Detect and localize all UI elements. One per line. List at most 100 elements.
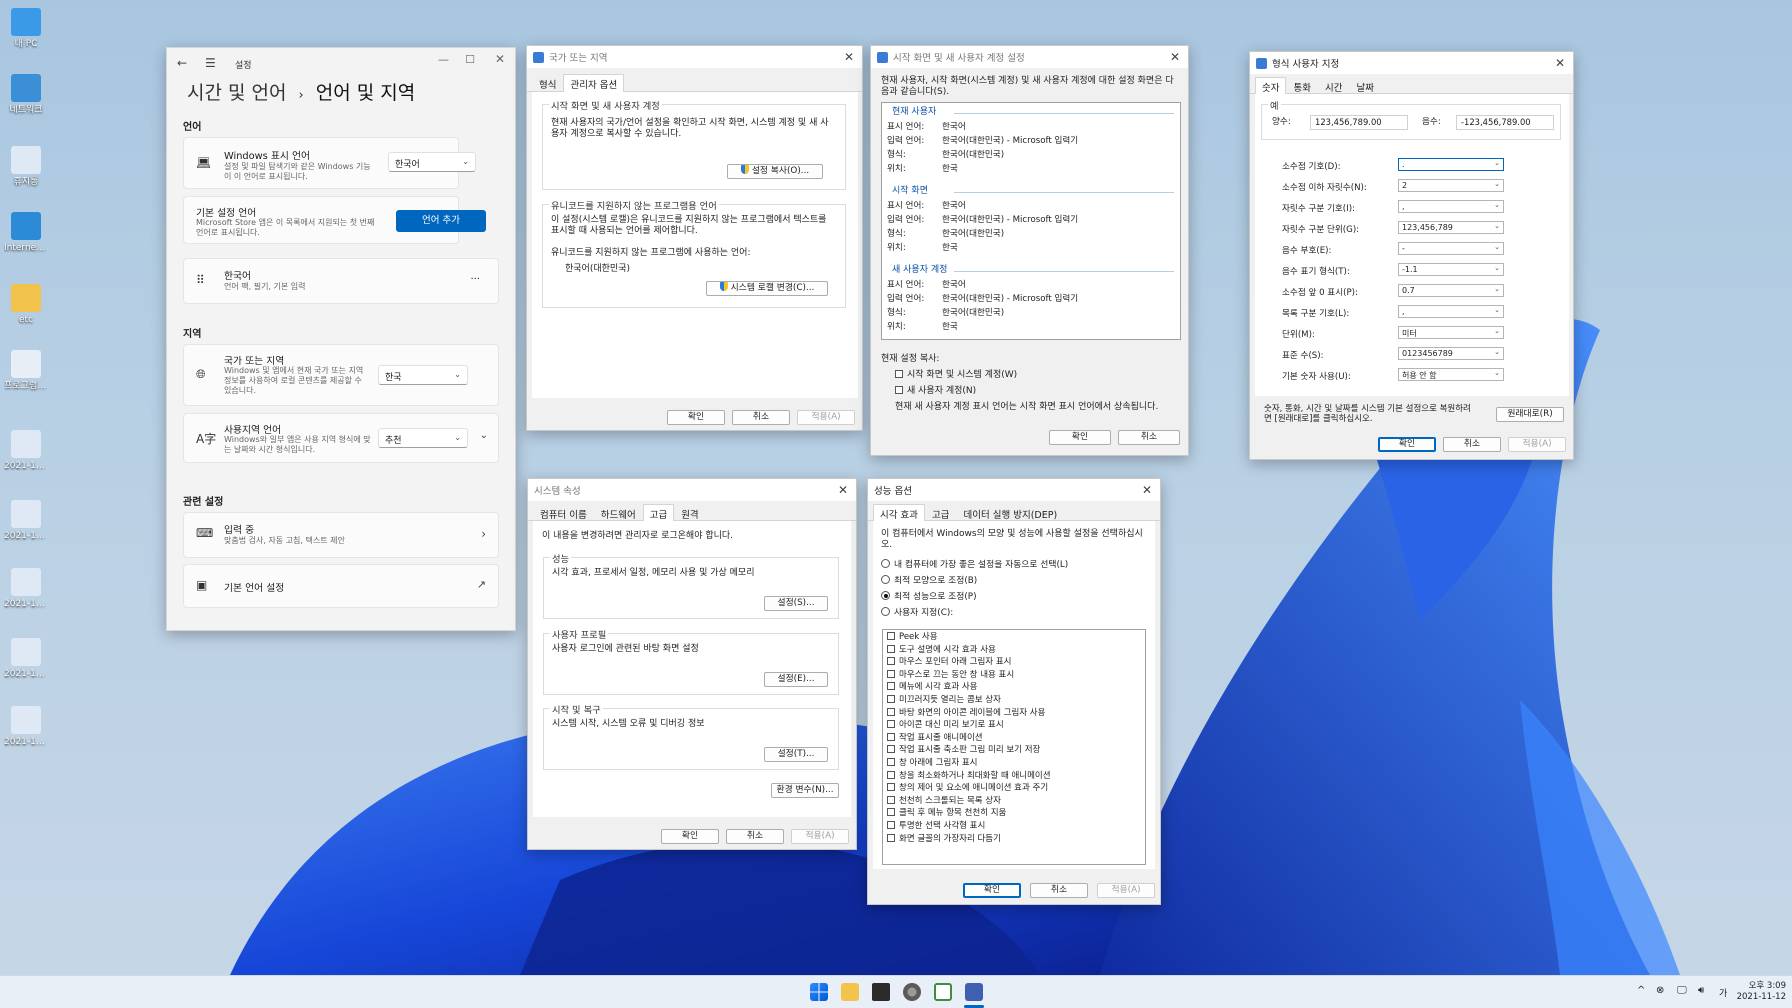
clock[interactable]: 오후 3:09 2021-11-12 [1730,981,1786,1003]
visual-effect-item[interactable]: 화면 글꼴의 가장자리 다듬기 [887,833,1001,845]
close-icon[interactable]: ✕ [830,483,856,497]
format-row-select[interactable]: , ⌄ [1398,200,1504,213]
tab-format[interactable]: 형식 [532,74,563,91]
minimize-icon[interactable]: — [438,53,449,66]
startup-settings-button[interactable]: 설정(T)... [764,747,828,762]
checkbox[interactable] [887,795,895,804]
desktop-icon[interactable]: 프로그램 추가/제... [4,350,48,392]
checkbox[interactable] [887,808,895,817]
visual-effects-list[interactable]: Peek 사용 도구 설명에 시각 효과 사용 마우스 포인터 아래 그림자 표시 마… [882,629,1146,865]
tab-date[interactable]: 날짜 [1349,77,1380,94]
ok-button[interactable]: 확인 [963,883,1021,898]
hamburger-menu-icon[interactable]: ☰ [205,56,216,70]
change-locale-button[interactable]: 시스템 로캘 변경(C)... [706,281,828,296]
format-row-select[interactable]: -1.1 ⌄ [1398,263,1504,276]
tab-time[interactable]: 시간 [1318,77,1349,94]
typing-card[interactable]: ⌨ 입력 중 맞춤법 검사, 자동 고침, 텍스트 제안 › [183,512,499,558]
tab-admin-options[interactable]: 관리자 옵션 [563,74,625,92]
start-windows-icon[interactable] [810,983,828,1001]
language-item-korean[interactable]: ⠿ 한국어 언어 팩, 필기, 기본 입력 ... [183,258,499,304]
apply-button[interactable]: 적용(A) [791,829,849,844]
format-row-select[interactable]: 0.7 ⌄ [1398,284,1504,297]
check-welcome-system[interactable]: 시작 화면 및 시스템 계정(W) [895,370,1017,381]
tab-dep[interactable]: 데이터 실행 방지(DEP) [956,504,1064,521]
add-language-button[interactable]: 언어 추가 [396,210,486,232]
format-row-select[interactable]: 123,456,789 ⌄ [1398,221,1504,234]
display-language-select[interactable]: 한국어 ⌄ [388,152,476,172]
maximize-icon[interactable]: ☐ [465,53,475,66]
ok-button[interactable]: 확인 [1378,437,1436,452]
checkbox[interactable] [895,386,903,394]
ok-button[interactable]: 확인 [1049,430,1111,445]
checkbox[interactable] [887,695,895,703]
checkbox[interactable] [887,632,895,640]
apply-button[interactable]: 적용(A) [1508,437,1566,452]
desktop-icon[interactable]: 2021-11-1... [4,706,48,748]
tab-advanced[interactable]: 고급 [642,504,675,521]
checkbox[interactable] [887,644,895,653]
breadcrumb-parent[interactable]: 시간 및 언어 [187,82,286,104]
visual-effect-item[interactable]: 작업 표시줄 애니메이션 [887,732,983,744]
perf-radio-option[interactable]: 최적 성능으로 조정(P) [881,591,977,603]
desktop-icon[interactable]: etc [4,284,48,326]
format-row-select[interactable]: 미터 ⌄ [1398,326,1504,339]
visual-effect-item[interactable]: 클릭 후 메뉴 항목 천천히 지움 [887,808,1006,819]
tab-visual-effects[interactable]: 시각 효과 [873,504,925,521]
desktop-icon[interactable]: Internet Explorer [4,212,48,254]
visual-effect-item[interactable]: 작업 표시줄 축소판 그림 미리 보기 저장 [887,745,1040,756]
tab-hardware[interactable]: 하드웨어 [594,504,643,521]
visual-effect-item[interactable]: 천천히 스크롤되는 목록 상자 [887,795,1001,807]
control-panel-icon[interactable] [934,983,952,1001]
settings-summary-box[interactable]: 현재 사용자 표시 언어: 한국어 입력 언어: 한국어(대한민국) - Microso… [881,102,1181,340]
visual-effect-item[interactable]: 창의 제어 및 요소에 애니메이션 효과 주기 [887,783,1048,794]
format-row-select[interactable]: 0123456789 ⌄ [1398,347,1504,360]
desktop-icon[interactable]: 2021-11-1... [4,430,48,472]
check-new-user[interactable]: 새 사용자 계정(N) [895,386,976,397]
desktop-icon[interactable]: 2021-11-1... [4,568,48,610]
format-row-select[interactable]: , ⌄ [1398,305,1504,318]
desktop-icon[interactable]: 2021-11-1... [4,500,48,542]
cancel-button[interactable]: 취소 [1443,437,1501,452]
cancel-button[interactable]: 취소 [1118,430,1180,445]
visual-effect-item[interactable]: 바탕 화면의 아이콘 레이블에 그림자 사용 [887,707,1045,719]
tab-advanced[interactable]: 고급 [925,504,956,521]
close-icon[interactable]: ✕ [1547,56,1573,70]
checkbox[interactable] [887,657,895,666]
reset-button[interactable]: 원래대로(R) [1496,407,1564,422]
desktop-icon[interactable]: 네트워크 [4,74,48,116]
format-row-select[interactable]: - ⌄ [1398,242,1504,255]
checkbox[interactable] [887,821,895,829]
close-icon[interactable]: ✕ [1134,483,1160,497]
tab-currency[interactable]: 통화 [1286,77,1317,94]
checkbox[interactable] [887,770,895,779]
format-row-select[interactable]: 허용 안 함 ⌄ [1398,368,1504,381]
radio-button[interactable] [881,607,890,616]
checkbox[interactable] [887,707,895,716]
tab-computer-name[interactable]: 컴퓨터 이름 [533,504,594,521]
tab-numbers[interactable]: 숫자 [1255,77,1287,94]
country-select[interactable]: 한국 ⌄ [378,365,468,385]
checkbox[interactable] [887,745,895,754]
perf-radio-option[interactable]: 사용자 지정(C): [881,607,953,619]
tab-remote[interactable]: 원격 [674,504,705,521]
tray-status-icon[interactable]: ⊗ [1656,985,1664,996]
expand-chevron-icon[interactable]: ⌄ [480,430,488,441]
visual-effect-item[interactable]: 투명한 선택 사각형 표시 [887,821,985,832]
file-explorer-icon[interactable] [841,983,859,1001]
environment-variables-button[interactable]: 환경 변수(N)... [771,783,839,798]
checkbox[interactable] [887,783,895,792]
perf-radio-option[interactable]: 최적 모양으로 조정(B) [881,575,977,587]
performance-settings-button[interactable]: 설정(S)... [764,596,828,611]
visual-effect-item[interactable]: 도구 설명에 시각 효과 사용 [887,644,996,656]
visual-effect-item[interactable]: 메뉴에 시각 효과 사용 [887,682,978,693]
close-icon[interactable]: ✕ [836,50,862,64]
tray-overflow-icon[interactable]: ^ [1637,985,1645,996]
user-profile-settings-button[interactable]: 설정(E)... [764,672,828,687]
regional-format-card[interactable]: A字 사용지역 언어 Windows와 일부 앱은 사용 지역 형식에 맞는 날… [183,413,499,463]
visual-effect-item[interactable]: 아이콘 대신 미리 보기로 표시 [887,720,1004,731]
close-icon[interactable]: ✕ [1162,50,1188,64]
format-row-select[interactable]: . ⌄ [1398,158,1504,171]
radio-button[interactable] [881,591,890,600]
visual-effect-item[interactable]: Peek 사용 [887,632,938,643]
desktop-icon[interactable]: 2021-11-1... [4,638,48,680]
